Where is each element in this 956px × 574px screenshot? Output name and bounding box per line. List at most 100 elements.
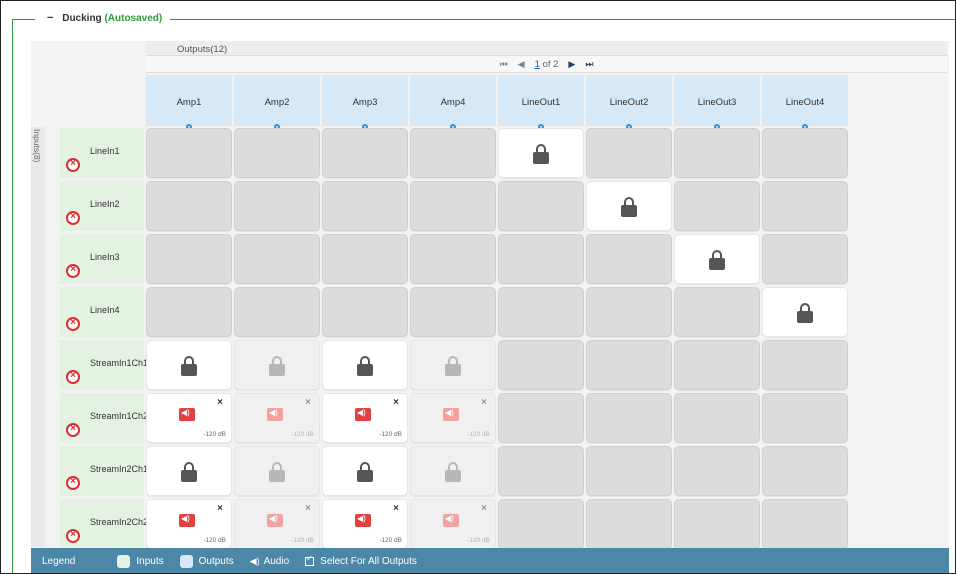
empty-cell[interactable]: [586, 287, 672, 337]
close-icon[interactable]: ×: [481, 503, 487, 514]
remove-circle-icon[interactable]: [66, 370, 80, 384]
locked-cell[interactable]: [146, 446, 232, 496]
ducking-cell[interactable]: × -120 dB: [322, 393, 408, 443]
empty-cell[interactable]: [586, 393, 672, 443]
empty-cell[interactable]: [498, 234, 584, 284]
first-page-icon[interactable]: ⏮: [500, 59, 508, 70]
empty-cell[interactable]: [146, 181, 232, 231]
empty-cell[interactable]: [146, 234, 232, 284]
empty-cell[interactable]: [146, 287, 232, 337]
output-header-amp2[interactable]: Amp2: [234, 75, 320, 130]
close-icon[interactable]: ×: [305, 397, 311, 408]
empty-cell[interactable]: [234, 287, 320, 337]
empty-cell[interactable]: [234, 234, 320, 284]
locked-cell[interactable]: [322, 340, 408, 390]
collapse-icon[interactable]: −: [47, 12, 53, 24]
remove-circle-icon[interactable]: [66, 158, 80, 172]
speaker-icon[interactable]: [179, 408, 195, 421]
empty-cell[interactable]: [586, 234, 672, 284]
empty-cell[interactable]: [586, 499, 672, 549]
empty-cell[interactable]: [674, 446, 760, 496]
locked-cell[interactable]: [762, 287, 848, 337]
locked-cell[interactable]: [498, 128, 584, 178]
empty-cell[interactable]: [762, 340, 848, 390]
remove-circle-icon[interactable]: [66, 317, 80, 331]
locked-cell[interactable]: [234, 340, 320, 390]
remove-circle-icon[interactable]: [66, 476, 80, 490]
output-header-lineout2[interactable]: LineOut2: [586, 75, 672, 130]
prev-page-icon[interactable]: ◀: [518, 59, 525, 70]
ducking-cell[interactable]: × -120 dB: [410, 499, 496, 549]
speaker-icon[interactable]: [267, 408, 283, 421]
close-icon[interactable]: ×: [393, 397, 399, 408]
empty-cell[interactable]: [410, 181, 496, 231]
empty-cell[interactable]: [674, 340, 760, 390]
empty-cell[interactable]: [498, 499, 584, 549]
remove-circle-icon[interactable]: [66, 264, 80, 278]
empty-cell[interactable]: [498, 287, 584, 337]
remove-circle-icon[interactable]: [66, 211, 80, 225]
empty-cell[interactable]: [498, 446, 584, 496]
empty-cell[interactable]: [322, 287, 408, 337]
ducking-cell[interactable]: × -120 dB: [234, 393, 320, 443]
ducking-cell[interactable]: × -120 dB: [410, 393, 496, 443]
locked-cell[interactable]: [586, 181, 672, 231]
speaker-icon[interactable]: [443, 514, 459, 527]
speaker-icon[interactable]: [443, 408, 459, 421]
empty-cell[interactable]: [674, 287, 760, 337]
output-header-lineout1[interactable]: LineOut1: [498, 75, 584, 130]
empty-cell[interactable]: [762, 181, 848, 231]
empty-cell[interactable]: [674, 393, 760, 443]
close-icon[interactable]: ×: [393, 503, 399, 514]
speaker-icon[interactable]: [267, 514, 283, 527]
empty-cell[interactable]: [762, 446, 848, 496]
speaker-icon[interactable]: [179, 514, 195, 527]
next-page-icon[interactable]: ▶: [568, 59, 575, 70]
empty-cell[interactable]: [762, 128, 848, 178]
empty-cell[interactable]: [322, 181, 408, 231]
remove-circle-icon[interactable]: [66, 529, 80, 543]
empty-cell[interactable]: [586, 128, 672, 178]
ducking-cell[interactable]: × -120 dB: [146, 499, 232, 549]
empty-cell[interactable]: [410, 287, 496, 337]
locked-cell[interactable]: [322, 446, 408, 496]
empty-cell[interactable]: [674, 181, 760, 231]
last-page-icon[interactable]: ⏭: [585, 59, 593, 70]
empty-cell[interactable]: [322, 128, 408, 178]
close-icon[interactable]: ×: [217, 397, 223, 408]
empty-cell[interactable]: [498, 181, 584, 231]
empty-cell[interactable]: [498, 393, 584, 443]
empty-cell[interactable]: [762, 499, 848, 549]
empty-cell[interactable]: [674, 499, 760, 549]
empty-cell[interactable]: [586, 340, 672, 390]
empty-cell[interactable]: [410, 234, 496, 284]
output-header-lineout4[interactable]: LineOut4: [762, 75, 848, 130]
empty-cell[interactable]: [762, 234, 848, 284]
empty-cell[interactable]: [322, 234, 408, 284]
locked-cell[interactable]: [146, 340, 232, 390]
close-icon[interactable]: ×: [481, 397, 487, 408]
locked-cell[interactable]: [410, 340, 496, 390]
output-header-amp1[interactable]: Amp1: [146, 75, 232, 130]
ducking-cell[interactable]: × -120 dB: [234, 499, 320, 549]
output-header-lineout3[interactable]: LineOut3: [674, 75, 760, 130]
close-icon[interactable]: ×: [217, 503, 223, 514]
empty-cell[interactable]: [234, 128, 320, 178]
empty-cell[interactable]: [498, 340, 584, 390]
close-icon[interactable]: ×: [305, 503, 311, 514]
empty-cell[interactable]: [234, 181, 320, 231]
ducking-cell[interactable]: × -120 dB: [146, 393, 232, 443]
empty-cell[interactable]: [410, 128, 496, 178]
locked-cell[interactable]: [234, 446, 320, 496]
ducking-cell[interactable]: × -120 dB: [322, 499, 408, 549]
output-header-amp3[interactable]: Amp3: [322, 75, 408, 130]
speaker-icon[interactable]: [355, 408, 371, 421]
output-header-amp4[interactable]: Amp4: [410, 75, 496, 130]
empty-cell[interactable]: [146, 128, 232, 178]
section-header[interactable]: − Ducking (Autosaved): [35, 12, 171, 24]
empty-cell[interactable]: [762, 393, 848, 443]
empty-cell[interactable]: [586, 446, 672, 496]
remove-circle-icon[interactable]: [66, 423, 80, 437]
locked-cell[interactable]: [674, 234, 760, 284]
empty-cell[interactable]: [674, 128, 760, 178]
